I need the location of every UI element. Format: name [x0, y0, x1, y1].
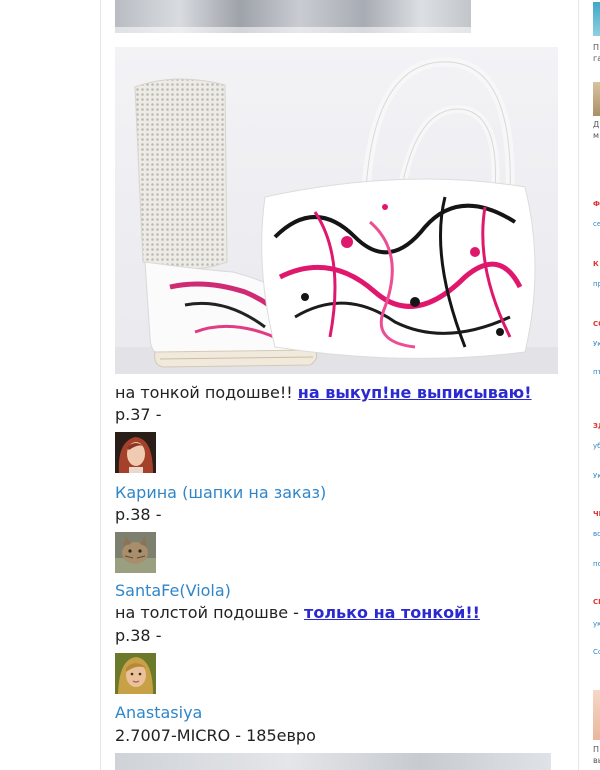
size-label: р.38 - — [115, 626, 162, 645]
user-name-link[interactable]: SantaFe(Viola) — [115, 581, 231, 600]
sidebar-category[interactable]: СІ — [593, 598, 600, 607]
sidebar-snippet[interactable]: вь — [593, 756, 600, 766]
sidebar-link[interactable]: по — [593, 560, 600, 569]
avatar-image-cat — [115, 532, 156, 573]
sidebar-link[interactable]: во — [593, 530, 600, 539]
sidebar-thumbnail[interactable] — [593, 82, 600, 116]
next-product-photo[interactable] — [115, 753, 551, 770]
user-avatar[interactable] — [115, 532, 156, 573]
sidebar-link[interactable]: Ук — [593, 472, 600, 481]
sidebar-link[interactable]: Сс — [593, 648, 600, 657]
sidebar-snippet[interactable]: м — [593, 131, 599, 141]
post-text: на толстой подошве - — [115, 603, 299, 622]
sidebar-snippet[interactable]: Д — [593, 120, 599, 130]
sidebar-snippet[interactable]: П — [593, 745, 599, 755]
user-name-line: SantaFe(Viola) — [115, 581, 231, 601]
sidebar-thumbnail[interactable] — [593, 2, 600, 36]
product-photo-bag-boots[interactable] — [115, 47, 558, 374]
size-label: р.37 - — [115, 405, 162, 424]
size-label: р.38 - — [115, 505, 162, 524]
sidebar-category[interactable]: СС — [593, 320, 600, 329]
post-text-line: на толстой подошве - только на тонкой!! — [115, 603, 480, 623]
user-avatar[interactable] — [115, 432, 156, 473]
left-gutter — [0, 0, 101, 770]
sidebar-category[interactable]: ЧІ — [593, 510, 600, 519]
user-name-link[interactable]: Anastasiya — [115, 703, 202, 722]
sidebar-link[interactable]: пъ — [593, 368, 600, 377]
sidebar-snippet[interactable]: П — [593, 43, 599, 53]
forum-thread: на тонкой подошве!! на выкуп!не выписыва… — [101, 0, 571, 770]
right-sidebar: П га Д м Ф се К пр СС Ук пъ ЗД уб Ук ЧІ … — [578, 0, 600, 770]
user-name-line: Карина (шапки на заказ) — [115, 483, 326, 503]
avatar-image-blonde — [115, 653, 156, 694]
user-name-line: Anastasiya — [115, 703, 202, 723]
sidebar-link[interactable]: уб — [593, 442, 600, 451]
sidebar-category[interactable]: К — [593, 260, 599, 269]
avatar-image-redhead — [115, 432, 156, 473]
previous-product-photo[interactable] — [115, 0, 471, 33]
sidebar-thumbnail[interactable] — [593, 690, 600, 740]
sidebar-link[interactable]: пр — [593, 280, 600, 289]
sidebar-link[interactable]: ук — [593, 620, 600, 629]
user-name-link[interactable]: Карина (шапки на заказ) — [115, 483, 326, 502]
post-text: 2.7007-MICRO - 185евро — [115, 726, 316, 745]
sidebar-category[interactable]: ЗД — [593, 422, 600, 431]
sidebar-link[interactable]: Ук — [593, 340, 600, 349]
buy-status-link[interactable]: на выкуп!не выписываю! — [298, 383, 532, 402]
bag-boots-illustration — [115, 47, 558, 374]
sidebar-category[interactable]: Ф — [593, 200, 600, 209]
sidebar-link[interactable]: се — [593, 220, 600, 229]
post-text-line: на тонкой подошве!! на выкуп!не выписыва… — [115, 383, 532, 403]
sidebar-snippet[interactable]: га — [593, 54, 600, 64]
user-avatar[interactable] — [115, 653, 156, 694]
post-text: на тонкой подошве!! — [115, 383, 293, 402]
buy-status-link[interactable]: только на тонкой!! — [304, 603, 480, 622]
